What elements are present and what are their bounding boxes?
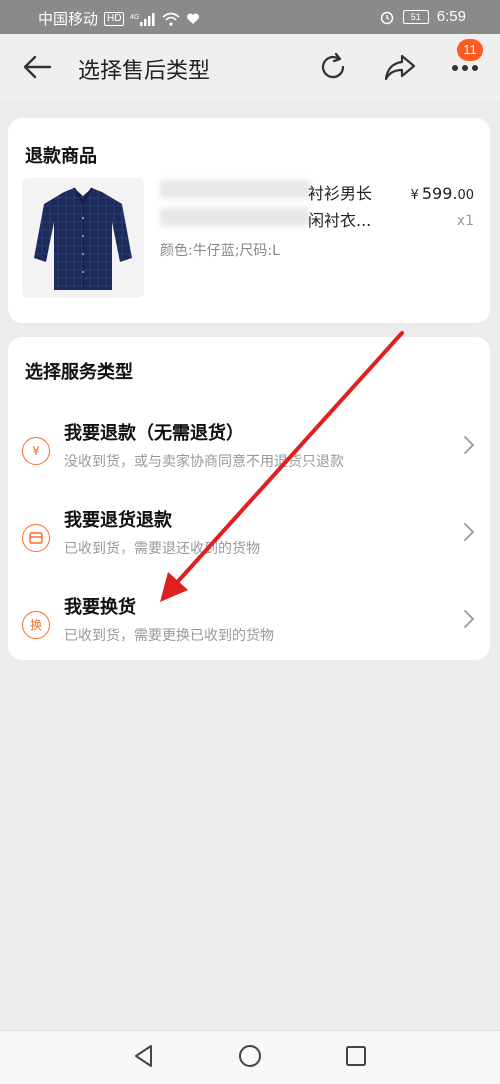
chevron-right-icon	[464, 436, 475, 454]
product-price: ¥599.00	[411, 184, 474, 203]
shirt-image	[34, 187, 132, 290]
price-integer: 599.	[421, 184, 458, 203]
service-type-card: 选择服务类型 ¥ 我要退款（无需退货） 没收到货，或与卖家协商同意不用退货只退款…	[8, 337, 490, 660]
exchange-icon: 换	[22, 611, 50, 639]
notification-badge: 11	[457, 39, 483, 61]
product-image[interactable]	[22, 178, 144, 298]
option-title: 我要退货退款	[64, 510, 172, 531]
option-subtitle: 没收到货，或与卖家协商同意不用退货只退款	[64, 454, 344, 470]
option-subtitle: 已收到货，需要更换已收到的货物	[64, 628, 274, 644]
nav-home-icon[interactable]	[237, 1043, 263, 1069]
wifi-icon	[162, 12, 180, 26]
alarm-icon	[380, 11, 394, 24]
chevron-right-icon	[464, 610, 475, 628]
option-title: 我要退款（无需退货）	[64, 423, 244, 444]
refund-card-title: 退款商品	[25, 146, 97, 167]
service-card-title: 选择服务类型	[25, 362, 133, 383]
app-header: 选择售后类型 11	[0, 34, 500, 100]
battery-icon: 51	[402, 9, 429, 24]
clock: 6:59	[436, 8, 466, 25]
status-bar: 中国移动 HD 4G 51 6:59	[0, 0, 500, 34]
page-title: 选择售后类型	[78, 59, 211, 84]
heart-icon	[187, 12, 200, 24]
price-decimal: 00	[457, 188, 474, 203]
refund-product-card: 退款商品 衬衫男长 闲衬衣... 颜色:牛仔蓝;尺码:L ¥599.00 x1	[8, 118, 490, 323]
back-arrow-icon[interactable]	[20, 52, 54, 82]
nav-recent-icon[interactable]	[343, 1043, 369, 1069]
option-return-refund[interactable]: 我要退货退款 已收到货，需要退还收到的货物	[8, 502, 490, 584]
option-title: 我要换货	[64, 597, 136, 618]
option-refund-only[interactable]: ¥ 我要退款（无需退货） 没收到货，或与卖家协商同意不用退货只退款	[8, 415, 490, 497]
svg-text:4G: 4G	[130, 14, 139, 21]
option-exchange[interactable]: 换 我要换货 已收到货，需要更换已收到的货物	[8, 589, 490, 671]
nav-back-icon[interactable]	[131, 1043, 157, 1069]
system-nav-bar	[0, 1030, 500, 1084]
refresh-icon[interactable]	[316, 50, 350, 84]
more-icon[interactable]	[450, 58, 484, 78]
hd-icon: HD	[104, 11, 125, 26]
product-quantity: x1	[456, 213, 474, 229]
product-name[interactable]: 衬衫男长 闲衬衣...	[308, 180, 393, 234]
product-spec: 颜色:牛仔蓝;尺码:L	[160, 243, 280, 259]
signal-icon: 4G	[130, 12, 155, 26]
blurred-product-title	[160, 180, 310, 232]
carrier-label: 中国移动	[38, 11, 99, 28]
yen-icon: ¥	[22, 437, 50, 465]
chevron-right-icon	[464, 523, 475, 541]
price-currency: ¥	[410, 188, 419, 203]
return-box-icon	[22, 524, 50, 552]
share-icon[interactable]	[382, 50, 418, 84]
option-subtitle: 已收到货，需要退还收到的货物	[64, 541, 260, 557]
